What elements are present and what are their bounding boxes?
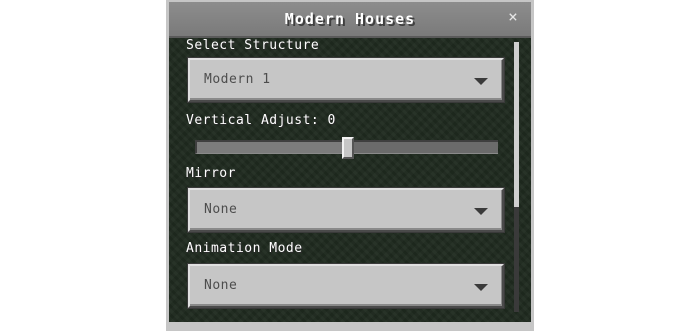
scrollbar-thumb[interactable] [514, 42, 519, 207]
animation-mode-value: None [204, 278, 238, 293]
close-icon[interactable]: × [505, 9, 521, 25]
slider-thumb[interactable] [341, 137, 354, 159]
mirror-label: Mirror [186, 166, 236, 181]
dialog-title: Modern Houses [284, 10, 416, 28]
animation-mode-label: Animation Mode [186, 241, 303, 256]
title-bar: Modern Houses × [169, 2, 531, 38]
vertical-adjust-slider[interactable] [195, 137, 498, 159]
scrollbar[interactable] [514, 42, 519, 312]
select-structure-value: Modern 1 [204, 72, 271, 87]
select-structure-dropdown[interactable]: Modern 1 [188, 58, 504, 102]
mirror-value: None [204, 202, 238, 217]
slider-fill [197, 142, 348, 153]
mirror-dropdown[interactable]: None [188, 188, 504, 232]
vertical-adjust-label: Vertical Adjust: 0 [186, 113, 336, 128]
chevron-down-icon [474, 208, 488, 215]
select-structure-label: Select Structure [186, 38, 320, 53]
chevron-down-icon [474, 78, 488, 85]
dialog-bottom-edge [169, 322, 531, 328]
modern-houses-dialog: Modern Houses × Select Structure Modern … [166, 0, 534, 331]
animation-mode-dropdown[interactable]: None [188, 264, 504, 308]
chevron-down-icon [474, 284, 488, 291]
